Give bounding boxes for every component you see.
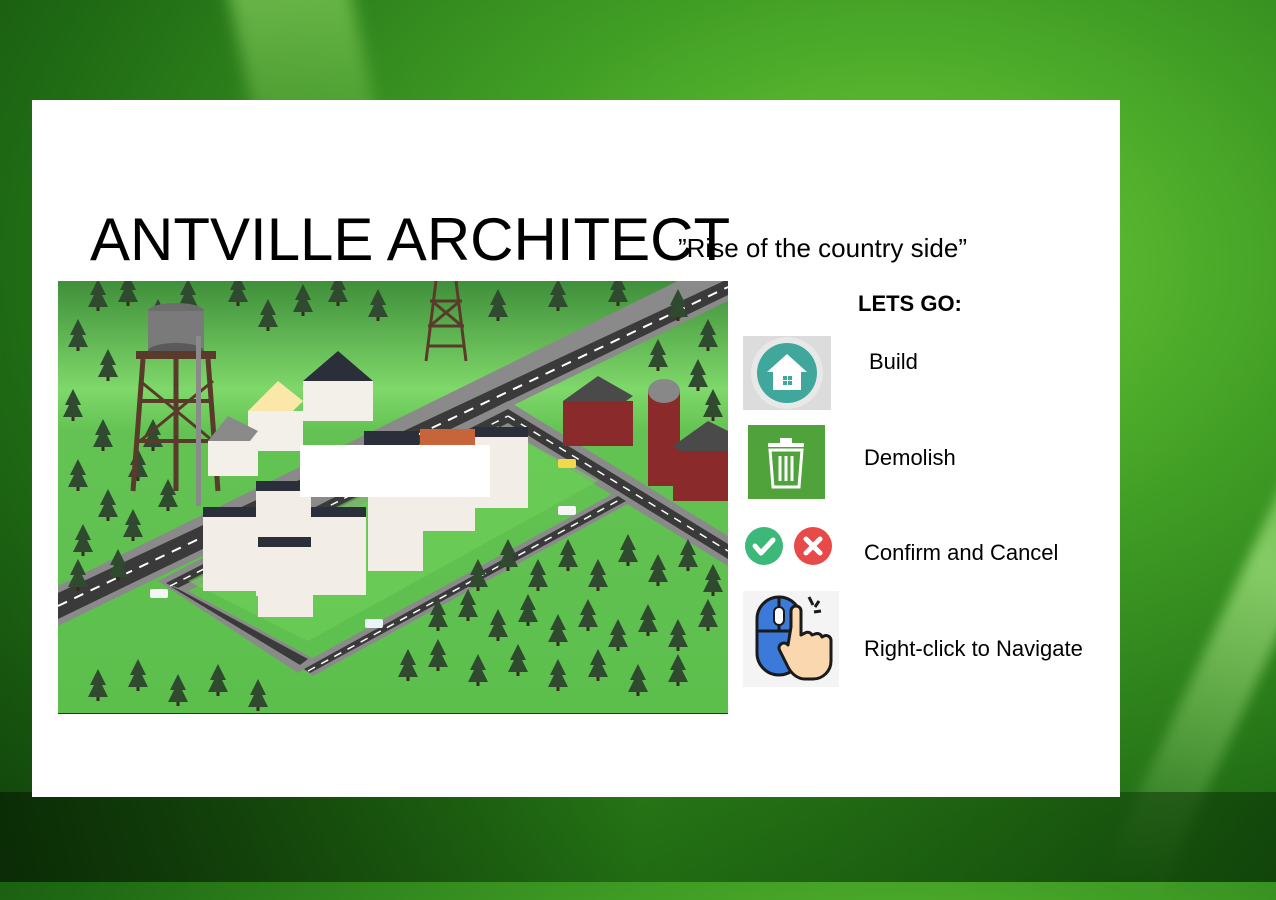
cancel-icon <box>793 526 833 566</box>
confirm-cancel-label: Confirm and Cancel <box>864 540 1059 565</box>
house-icon <box>743 336 831 410</box>
trash-icon <box>748 425 825 499</box>
check-icon <box>744 526 784 566</box>
game-subtitle: ”Rise of the country side” <box>678 233 968 263</box>
car <box>558 506 576 515</box>
game-scene-preview <box>58 281 728 714</box>
mouse-click-icon <box>743 591 839 687</box>
car <box>150 589 168 598</box>
background-shadow <box>0 792 1276 882</box>
demolish-label: Demolish <box>864 445 956 470</box>
game-title: ANTVILLE ARCHITECT <box>90 206 731 273</box>
label-placeholder-box <box>300 445 490 497</box>
car <box>558 459 576 468</box>
build-label: Build <box>869 349 918 374</box>
navigate-label: Right-click to Navigate <box>864 636 1083 661</box>
car <box>365 619 383 628</box>
controls-heading: LETS GO: <box>858 291 962 316</box>
